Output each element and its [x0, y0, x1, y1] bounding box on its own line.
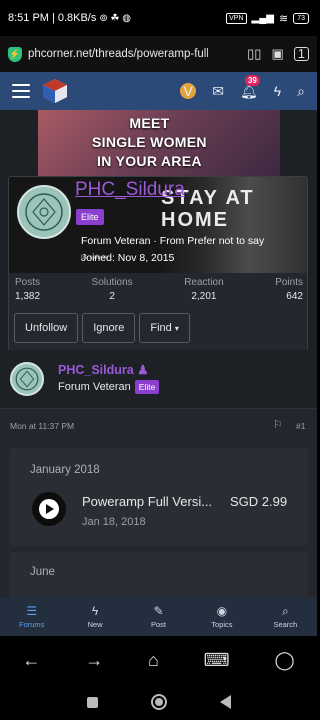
member-tooltip: STAY AT HOME be safe in PHC_Sildura Elit…	[8, 176, 308, 352]
post-username[interactable]: PHC_Sildura ♟	[58, 362, 148, 377]
user-badge-icon: ♟	[137, 363, 149, 377]
back-arrow-icon[interactable]: ←	[22, 650, 40, 671]
elite-badge: Elite	[76, 209, 104, 225]
post-number[interactable]: #1	[296, 421, 305, 431]
battery-indicator: 73	[293, 12, 309, 24]
post-date[interactable]: Mon at 11:37 PM	[10, 421, 74, 431]
site-header: V ✉ 🔔︎ 39 ϟ ⌕	[0, 72, 317, 110]
notification-icons: ⊚ ☘ ◍	[99, 12, 131, 24]
forums-icon: ☰	[26, 604, 38, 618]
site-logo[interactable]	[42, 78, 68, 104]
member-username[interactable]: PHC_Sildura	[75, 179, 185, 201]
find-button[interactable]: Find ▾	[139, 313, 190, 343]
nav-topics[interactable]: ◉ Topics	[190, 598, 253, 636]
briefcase-icon[interactable]: ▣	[271, 46, 283, 62]
network-speed: 0.8KB/s	[57, 12, 97, 24]
purchase-embed: January 2018 Poweramp Full Versi... SGD …	[10, 448, 308, 546]
recents-icon[interactable]	[86, 696, 98, 708]
page-content: MEET SINGLE WOMEN IN YOUR AREA STAY AT H…	[0, 110, 317, 598]
status-bar: 8:51 PM | 0.8KB/s ⊚ ☘ ◍ VPN ▂▄▆ ≋ 73	[0, 0, 317, 36]
nav-forums[interactable]: ☰ Forums	[0, 598, 63, 636]
post-elite-badge: Elite	[134, 380, 160, 394]
forum-bottom-nav: ☰ Forums ϟ New ✎ Post ◉ Topics ⌕ Search	[0, 598, 317, 636]
purchase-embed-2: June	[10, 552, 308, 598]
poweramp-icon[interactable]	[32, 492, 66, 526]
stat-reaction: Reaction 2,201	[184, 277, 224, 302]
caret-down-icon: ▾	[174, 324, 179, 333]
signal-icon: ▂▄▆	[251, 12, 274, 24]
ignore-button[interactable]: Ignore	[82, 313, 136, 343]
back-triangle-icon[interactable]	[219, 695, 231, 709]
alerts-badge: 39	[244, 74, 260, 86]
vpn-indicator: VPN	[226, 12, 247, 24]
reader-mode-icon[interactable]: ▯▯	[247, 46, 261, 62]
member-stats: Posts 1,382 Solutions 2 Reaction 2,201 P…	[9, 277, 307, 302]
post-author: PHC_Sildura ♟ Forum Veteran Elite	[0, 350, 317, 408]
ad-line-3: IN YOUR AREA	[97, 153, 202, 169]
nav-post[interactable]: ✎ Post	[127, 598, 190, 636]
member-joined: Joined: Nov 8, 2015	[81, 252, 175, 264]
tab-count-button[interactable]: 1	[293, 47, 309, 61]
bookmark-icon[interactable]: ⚐	[273, 418, 283, 431]
home-icon[interactable]: ⌂	[148, 650, 159, 671]
menu-icon[interactable]	[12, 84, 30, 98]
post-avatar[interactable]	[10, 362, 44, 396]
stat-solutions: Solutions 2	[91, 277, 133, 302]
search-icon: ⌕	[281, 604, 289, 618]
mail-icon[interactable]: ✉	[212, 83, 224, 100]
ad-banner[interactable]: MEET SINGLE WOMEN IN YOUR AREA	[38, 110, 280, 180]
fire-icon: ◉	[216, 604, 228, 618]
nav-search[interactable]: ⌕ Search	[254, 598, 317, 636]
stat-posts: Posts 1,382	[15, 277, 41, 302]
forward-arrow-icon[interactable]: →	[85, 650, 103, 671]
search-icon[interactable]: ⌕	[297, 83, 305, 100]
app-title[interactable]: Poweramp Full Versi...	[82, 494, 224, 509]
user-avatar[interactable]: V	[180, 83, 197, 99]
bell-icon[interactable]: 🔔︎ 39	[240, 74, 260, 100]
ad-line-2: SINGLE WOMEN	[92, 134, 207, 150]
post-user-title: Forum Veteran Elite	[58, 380, 160, 394]
gamepad-icon[interactable]: ⌨	[204, 650, 230, 671]
stat-points: Points 642	[275, 277, 303, 302]
profile-icon[interactable]: ◯	[274, 650, 294, 671]
post-icon: ✎	[153, 604, 164, 618]
wifi-icon: ≋	[278, 12, 289, 25]
shield-icon[interactable]: ⚡	[8, 46, 22, 62]
url-field[interactable]: phcorner.net/threads/poweramp-full-versi…	[28, 48, 208, 60]
system-nav-bar	[0, 684, 317, 720]
section-heading: January 2018	[30, 464, 100, 476]
browser-toolbar: ← → ⌂ ⌨ ◯	[0, 636, 317, 684]
address-bar: ⚡ phcorner.net/threads/poweramp-full-ver…	[0, 36, 317, 72]
member-avatar[interactable]	[17, 185, 71, 239]
lightning-icon[interactable]: ϟ	[274, 83, 281, 99]
nav-new[interactable]: ϟ New	[63, 598, 126, 636]
member-title: Forum Veteran · From Prefer not to say	[81, 235, 265, 247]
post-body: January 2018 Poweramp Full Versi... SGD …	[0, 442, 317, 598]
unfollow-button[interactable]: Unfollow	[14, 313, 79, 343]
find-label: Find	[150, 322, 172, 334]
home-button-icon[interactable]	[150, 694, 167, 710]
post-meta-bar: Mon at 11:37 PM ⚐ #1	[0, 408, 317, 442]
ad-line-1: MEET	[129, 115, 170, 131]
clock: 8:51 PM	[8, 12, 49, 24]
app-price: SGD 2.99	[230, 494, 288, 509]
section-heading-2: June	[30, 566, 55, 578]
app-date: Jan 18, 2018	[82, 516, 146, 528]
lightning-icon: ϟ	[91, 604, 99, 618]
